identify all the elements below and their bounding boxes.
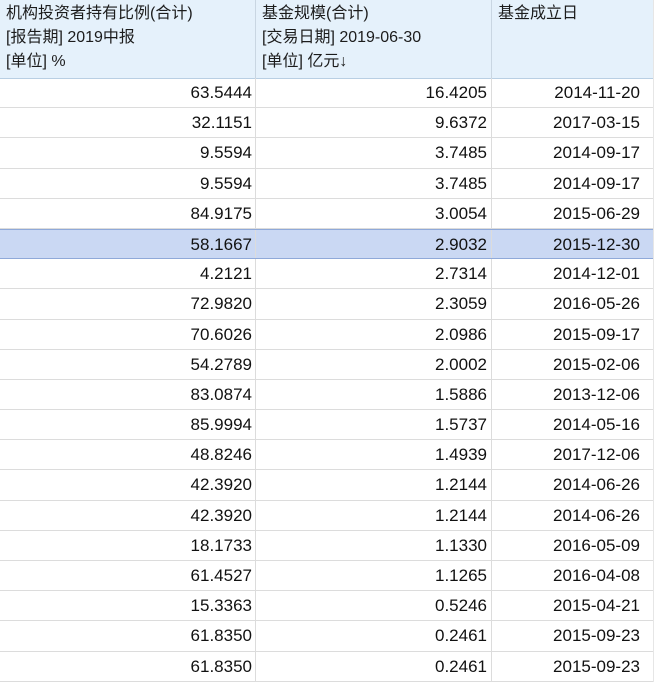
- institutional-holding-cell[interactable]: 4.2121: [0, 259, 256, 289]
- inception-date-cell[interactable]: 2015-02-06: [492, 350, 654, 379]
- table-row[interactable]: 42.3920 1.2144 2014-06-26: [0, 470, 654, 501]
- fund-size-cell[interactable]: 2.9032: [256, 229, 492, 259]
- institutional-holding-cell[interactable]: 85.9994: [0, 410, 256, 440]
- table-row[interactable]: 83.0874 1.5886 2013-12-06: [0, 379, 654, 411]
- table-row[interactable]: 15.3363 0.5246 2015-04-21: [0, 591, 654, 622]
- fund-size-cell[interactable]: 1.5886: [256, 379, 492, 410]
- table-row[interactable]: 32.1151 9.6372 2017-03-15: [0, 108, 654, 139]
- fund-size-cell[interactable]: 1.2144: [256, 470, 492, 500]
- column-title: 基金成立日: [498, 5, 579, 22]
- table-row[interactable]: 72.9820 2.3059 2016-05-26: [0, 289, 654, 320]
- table-row[interactable]: 9.5594 3.7485 2014-09-17: [0, 138, 654, 169]
- table-row[interactable]: 18.1733 1.1330 2016-05-09: [0, 530, 654, 561]
- table-row[interactable]: 9.5594 3.7485 2014-09-17: [0, 168, 654, 199]
- table-row[interactable]: 84.9175 3.0054 2015-06-29: [0, 198, 654, 229]
- institutional-holding-cell[interactable]: 18.1733: [0, 530, 256, 560]
- fund-size-cell[interactable]: 3.0054: [256, 198, 492, 228]
- column-param: [交易日期] 2019-06-30: [262, 29, 422, 46]
- institutional-holding-cell[interactable]: 61.4527: [0, 561, 256, 591]
- table-row[interactable]: 61.8350 0.2461 2015-09-23: [0, 621, 654, 652]
- column-title: 基金规模(合计): [262, 5, 369, 22]
- column-title: 机构投资者持有比例(合计): [6, 5, 193, 22]
- inception-date-cell[interactable]: 2015-12-30: [492, 230, 654, 258]
- fund-size-cell[interactable]: 2.7314: [256, 259, 492, 289]
- column-header-inception-date[interactable]: 基金成立日: [492, 0, 654, 78]
- institutional-holding-cell[interactable]: 42.3920: [0, 470, 256, 500]
- inception-date-cell[interactable]: 2014-06-26: [492, 501, 654, 530]
- data-grid: 机构投资者持有比例(合计) [报告期] 2019中报 [单位] % 基金规模(合…: [0, 0, 654, 682]
- institutional-holding-cell[interactable]: 70.6026: [0, 319, 256, 349]
- fund-size-cell[interactable]: 0.2461: [256, 621, 492, 651]
- inception-date-cell[interactable]: 2014-11-20: [492, 78, 654, 107]
- inception-date-cell[interactable]: 2015-09-23: [492, 652, 654, 681]
- fund-size-cell[interactable]: 0.5246: [256, 591, 492, 621]
- table-row[interactable]: 70.6026 2.0986 2015-09-17: [0, 319, 654, 350]
- inception-date-cell[interactable]: 2016-04-08: [492, 561, 654, 590]
- inception-date-cell[interactable]: 2017-03-15: [492, 108, 654, 137]
- table-row[interactable]: 4.2121 2.7314 2014-12-01: [0, 259, 654, 290]
- grid-body: 63.5444 16.4205 2014-11-20 32.1151 9.6372 201…: [0, 78, 654, 682]
- institutional-holding-cell[interactable]: 9.5594: [0, 168, 256, 198]
- fund-size-cell[interactable]: 3.7485: [256, 138, 492, 168]
- inception-date-cell[interactable]: 2016-05-09: [492, 531, 654, 560]
- inception-date-cell[interactable]: 2014-09-17: [492, 169, 654, 198]
- fund-size-cell[interactable]: 1.2144: [256, 500, 492, 530]
- fund-size-cell[interactable]: 16.4205: [256, 78, 492, 108]
- table-row[interactable]: 61.4527 1.1265 2016-04-08: [0, 561, 654, 592]
- table-row[interactable]: 42.3920 1.2144 2014-06-26: [0, 500, 654, 531]
- fund-size-cell[interactable]: 0.2461: [256, 651, 492, 681]
- institutional-holding-cell[interactable]: 61.8350: [0, 621, 256, 651]
- fund-size-cell[interactable]: 1.1265: [256, 561, 492, 591]
- column-param: [报告期] 2019中报: [6, 29, 135, 46]
- fund-size-cell[interactable]: 3.7485: [256, 168, 492, 198]
- institutional-holding-cell[interactable]: 42.3920: [0, 500, 256, 530]
- fund-size-cell[interactable]: 2.0986: [256, 319, 492, 349]
- inception-date-cell[interactable]: 2015-06-29: [492, 199, 654, 228]
- inception-date-cell[interactable]: 2015-09-23: [492, 621, 654, 650]
- column-unit: [单位] %: [6, 53, 66, 70]
- grid-header: 机构投资者持有比例(合计) [报告期] 2019中报 [单位] % 基金规模(合…: [0, 0, 654, 79]
- institutional-holding-cell[interactable]: 32.1151: [0, 108, 256, 138]
- column-header-institutional-holding[interactable]: 机构投资者持有比例(合计) [报告期] 2019中报 [单位] %: [0, 0, 256, 78]
- institutional-holding-cell[interactable]: 9.5594: [0, 138, 256, 168]
- institutional-holding-cell[interactable]: 61.8350: [0, 651, 256, 681]
- fund-size-cell[interactable]: 9.6372: [256, 108, 492, 138]
- table-row[interactable]: 54.2789 2.0002 2015-02-06: [0, 349, 654, 380]
- institutional-holding-cell[interactable]: 63.5444: [0, 78, 256, 108]
- fund-size-cell[interactable]: 1.1330: [256, 530, 492, 560]
- inception-date-cell[interactable]: 2015-04-21: [492, 591, 654, 620]
- fund-size-cell[interactable]: 1.4939: [256, 440, 492, 470]
- institutional-holding-cell[interactable]: 48.8246: [0, 440, 256, 470]
- inception-date-cell[interactable]: 2014-09-17: [492, 138, 654, 167]
- table-row-selected[interactable]: 58.1667 2.9032 2015-12-30: [0, 228, 654, 260]
- inception-date-cell[interactable]: 2016-05-26: [492, 289, 654, 318]
- institutional-holding-cell[interactable]: 15.3363: [0, 591, 256, 621]
- institutional-holding-cell[interactable]: 84.9175: [0, 198, 256, 228]
- column-header-fund-size[interactable]: 基金规模(合计) [交易日期] 2019-06-30 [单位] 亿元↓: [256, 0, 492, 78]
- inception-date-cell[interactable]: 2014-05-16: [492, 410, 654, 439]
- institutional-holding-cell[interactable]: 72.9820: [0, 289, 256, 319]
- institutional-holding-cell[interactable]: 54.2789: [0, 349, 256, 379]
- inception-date-cell[interactable]: 2013-12-06: [492, 380, 654, 409]
- institutional-holding-cell[interactable]: 58.1667: [0, 229, 256, 259]
- column-unit: [单位] 亿元↓: [262, 53, 348, 70]
- inception-date-cell[interactable]: 2017-12-06: [492, 440, 654, 469]
- table-row[interactable]: 61.8350 0.2461 2015-09-23: [0, 651, 654, 682]
- fund-size-cell[interactable]: 1.5737: [256, 410, 492, 440]
- inception-date-cell[interactable]: 2015-09-17: [492, 320, 654, 349]
- table-row[interactable]: 48.8246 1.4939 2017-12-06: [0, 440, 654, 471]
- table-row[interactable]: 85.9994 1.5737 2014-05-16: [0, 410, 654, 441]
- inception-date-cell[interactable]: 2014-06-26: [492, 470, 654, 499]
- institutional-holding-cell[interactable]: 83.0874: [0, 379, 256, 410]
- fund-size-cell[interactable]: 2.0002: [256, 349, 492, 379]
- table-row[interactable]: 63.5444 16.4205 2014-11-20: [0, 78, 654, 109]
- inception-date-cell[interactable]: 2014-12-01: [492, 259, 654, 288]
- fund-size-cell[interactable]: 2.3059: [256, 289, 492, 319]
